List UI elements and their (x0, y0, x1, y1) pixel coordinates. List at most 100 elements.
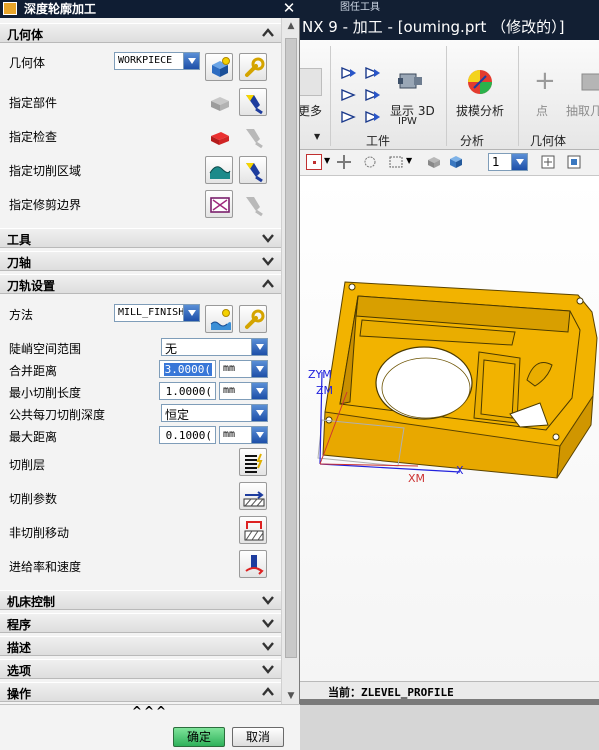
section-machine-control[interactable]: 机床控制 (0, 590, 281, 610)
cut-params-button[interactable] (239, 482, 267, 510)
edit-geometry-button[interactable] (239, 53, 267, 81)
cut-levels-button[interactable] (239, 448, 267, 476)
feeds-speeds-label: 进给率和速度 (9, 560, 82, 574)
chevron-down-icon[interactable] (261, 231, 275, 245)
new-method-button[interactable] (205, 305, 233, 333)
geometry-select[interactable]: WORKPIECE (114, 52, 200, 70)
specify-check-label: 指定检查 (9, 130, 58, 144)
dialog-scrollbar[interactable]: ▲ ▼ (281, 18, 299, 704)
new-method-icon (210, 309, 231, 330)
display-part-button[interactable] (239, 88, 267, 116)
close-icon[interactable]: ✕ (280, 0, 298, 17)
axis-label-x: X (456, 464, 464, 477)
cancel-button[interactable]: 取消 (232, 727, 284, 747)
chevron-down-icon[interactable] (261, 639, 275, 653)
chevron-down-icon[interactable] (261, 593, 275, 607)
snap-point-icon[interactable] (306, 154, 322, 170)
scrollbar-thumb[interactable] (285, 38, 297, 658)
flashlight-disabled-icon (246, 197, 263, 217)
menu-tools[interactable]: 图任工具 (340, 0, 380, 13)
graphics-viewport[interactable]: ZYM ZM XM X (300, 176, 599, 681)
layer-visibility-icon[interactable] (566, 154, 582, 170)
play-flag-icon[interactable] (340, 110, 358, 124)
extract-geometry-icon[interactable] (578, 68, 599, 94)
lasso-icon[interactable] (362, 154, 378, 170)
specify-trim-button[interactable] (205, 190, 233, 218)
part-model[interactable] (300, 176, 599, 681)
depth-per-cut-select[interactable]: 恒定 (161, 404, 268, 422)
new-geometry-button[interactable] (205, 53, 233, 81)
cut-params-icon (243, 491, 265, 507)
play-flag-icon[interactable] (364, 110, 382, 124)
play-flag-icon[interactable] (340, 66, 358, 80)
draft-analysis-icon[interactable] (464, 66, 496, 98)
cut-area-icon (209, 166, 231, 179)
cube-icon[interactable] (448, 154, 464, 170)
display-trim-button[interactable] (239, 190, 267, 218)
section-geometry[interactable]: 几何体 (0, 23, 281, 43)
edit-method-button[interactable] (239, 305, 267, 333)
draft-analysis-label[interactable]: 拔模分析 (456, 102, 504, 119)
section-actions[interactable]: 操作 (0, 682, 281, 702)
chevron-down-icon[interactable] (261, 254, 275, 268)
select-move-icon[interactable] (336, 154, 352, 170)
scroll-up-icon[interactable]: ▲ (282, 18, 300, 34)
steep-range-label: 陡峭空间范围 (9, 342, 82, 356)
collapse-dialog-button[interactable]: ^^^ (0, 705, 300, 719)
min-cut-length-unit[interactable]: mm (219, 382, 268, 400)
chevron-down-icon[interactable] (261, 662, 275, 676)
ok-button[interactable]: 确定 (173, 727, 225, 747)
point-label[interactable]: 点 (536, 102, 548, 119)
section-program[interactable]: 程序 (0, 613, 281, 633)
nx-main-window: 图任工具 NX 9 - 加工 - [ouming.prt （修改的）] 更多 ▼… (298, 0, 599, 750)
feeds-speeds-button[interactable] (239, 550, 267, 578)
specify-part-label: 指定部件 (9, 96, 58, 110)
play-flag-icon[interactable] (364, 66, 382, 80)
ribbon-more-label[interactable]: 更多 (298, 102, 322, 119)
dialog-content: 几何体 几何体 WORKPIECE 指定部件 指定检查 指定切削区域 指定修剪边… (0, 18, 281, 704)
section-tool-axis[interactable]: 刀轴 (0, 251, 281, 271)
section-path-settings[interactable]: 刀轨设置 (0, 274, 281, 294)
chevron-up-icon[interactable] (261, 685, 275, 699)
specify-part-button[interactable] (205, 88, 233, 116)
specify-cut-area-button[interactable] (205, 156, 233, 184)
section-tool[interactable]: 工具 (0, 228, 281, 248)
cut-levels-icon (245, 453, 263, 473)
max-distance-unit[interactable]: mm (219, 426, 268, 444)
rectangle-select-icon[interactable] (388, 154, 404, 170)
ipw-display-icon[interactable] (396, 66, 424, 94)
cut-params-label: 切削参数 (9, 492, 58, 506)
section-description[interactable]: 描述 (0, 636, 281, 656)
ribbon-group-label-analysis: 分析 (460, 134, 485, 148)
scroll-down-icon[interactable]: ▼ (282, 688, 300, 704)
chevron-up-icon[interactable] (261, 26, 275, 40)
steep-range-select[interactable]: 无 (161, 338, 268, 356)
flashlight-icon (246, 95, 263, 115)
solid-filter-icon[interactable] (426, 154, 442, 170)
chevron-up-icon[interactable] (261, 277, 275, 291)
wrench-icon (245, 57, 265, 77)
specify-cut-area-label: 指定切削区域 (9, 164, 82, 178)
display-check-button[interactable] (239, 122, 267, 150)
specify-check-button[interactable] (205, 122, 233, 150)
ribbon-group-analysis: 拔模分析 分析 (450, 40, 516, 150)
layer-select[interactable]: 1 (488, 153, 528, 171)
chevron-down-icon[interactable] (261, 616, 275, 630)
point-plus-icon[interactable]: + (534, 68, 556, 94)
min-cut-length-input[interactable]: 1.0000( (159, 382, 216, 400)
axis-label-zym: ZYM (308, 368, 332, 381)
play-flag-icon[interactable] (340, 88, 358, 102)
non-cut-moves-button[interactable] (239, 516, 267, 544)
method-label: 方法 (9, 308, 34, 322)
max-distance-input[interactable]: 0.1000( (159, 426, 216, 444)
section-options[interactable]: 选项 (0, 659, 281, 679)
layer-settings-icon[interactable] (540, 154, 556, 170)
trim-boundary-icon (210, 197, 230, 213)
display-cut-area-button[interactable] (239, 156, 267, 184)
extract-label[interactable]: 抽取几 (566, 102, 599, 119)
method-select[interactable]: MILL_FINISH (114, 304, 200, 322)
ribbon-group-label-geometry: 几何体 (530, 134, 567, 148)
merge-distance-input[interactable]: 3.0000( (159, 360, 216, 378)
play-flag-icon[interactable] (364, 88, 382, 102)
merge-distance-unit[interactable]: mm (219, 360, 268, 378)
